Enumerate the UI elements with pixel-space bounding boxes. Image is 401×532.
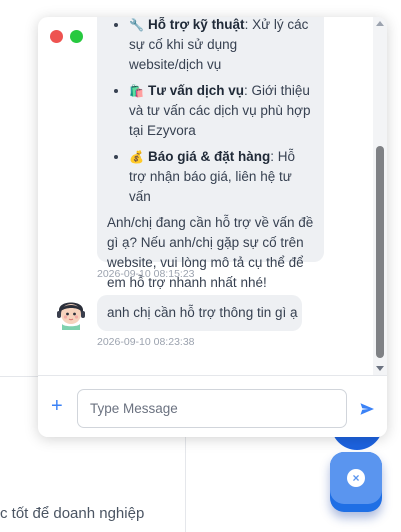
service-item-technical: 🔧Hỗ trợ kỹ thuật: Xử lý các sự cố khi sử… bbox=[129, 17, 314, 75]
window-close-button[interactable] bbox=[50, 30, 63, 43]
window-controls bbox=[50, 30, 83, 43]
chat-toggle-button[interactable]: × bbox=[330, 452, 382, 512]
bot-message-bubble: 🔧Hỗ trợ kỹ thuật: Xử lý các sự cố khi sử… bbox=[97, 17, 324, 290]
shopping-bag-icon: 🛍️ bbox=[129, 84, 144, 98]
background-text: c tốt để doanh nghiệp bbox=[0, 505, 145, 522]
bot-message-timestamp: 2026-09-10 08:15:23 bbox=[97, 268, 195, 280]
bot-message-closing: Anh/chị đang cần hỗ trợ về vấn đề gì ạ? … bbox=[107, 215, 314, 290]
scrollbar-thumb[interactable] bbox=[376, 146, 384, 358]
chat-toggle-face[interactable]: × bbox=[330, 452, 382, 504]
money-bag-icon: 💰 bbox=[129, 150, 144, 164]
service-item-title: Tư vấn dịch vụ bbox=[147, 83, 244, 98]
wrench-icon: 🔧 bbox=[129, 18, 144, 32]
scroll-down-arrow-icon[interactable] bbox=[376, 366, 384, 371]
support-agent-avatar bbox=[53, 294, 89, 330]
close-icon: × bbox=[347, 469, 365, 487]
user-message-bubble: anh chị cần hỗ trợ thông tin gì ạ bbox=[97, 295, 302, 331]
message-input[interactable] bbox=[77, 389, 347, 428]
scroll-up-arrow-icon[interactable] bbox=[376, 21, 384, 26]
service-list: 🔧Hỗ trợ kỹ thuật: Xử lý các sự cố khi sử… bbox=[97, 17, 324, 207]
message-composer: + bbox=[38, 375, 387, 437]
scrollbar[interactable] bbox=[373, 17, 387, 375]
chat-window: 🔧Hỗ trợ kỹ thuật: Xử lý các sự cố khi sử… bbox=[38, 17, 387, 437]
service-item-quote: 💰Báo giá & đặt hàng: Hỗ trợ nhận báo giá… bbox=[129, 147, 314, 207]
user-message-timestamp: 2026-09-10 08:23:38 bbox=[97, 336, 195, 348]
service-item-consulting: 🛍️Tư vấn dịch vụ: Giới thiệu và tư vấn c… bbox=[129, 81, 314, 141]
service-item-title: Hỗ trợ kỹ thuật bbox=[147, 17, 245, 32]
message-list[interactable]: 🔧Hỗ trợ kỹ thuật: Xử lý các sự cố khi sử… bbox=[38, 17, 373, 375]
window-expand-button[interactable] bbox=[70, 30, 83, 43]
send-icon[interactable] bbox=[359, 401, 375, 417]
plus-icon[interactable]: + bbox=[51, 396, 63, 416]
service-item-title: Báo giá & đặt hàng bbox=[147, 149, 271, 164]
